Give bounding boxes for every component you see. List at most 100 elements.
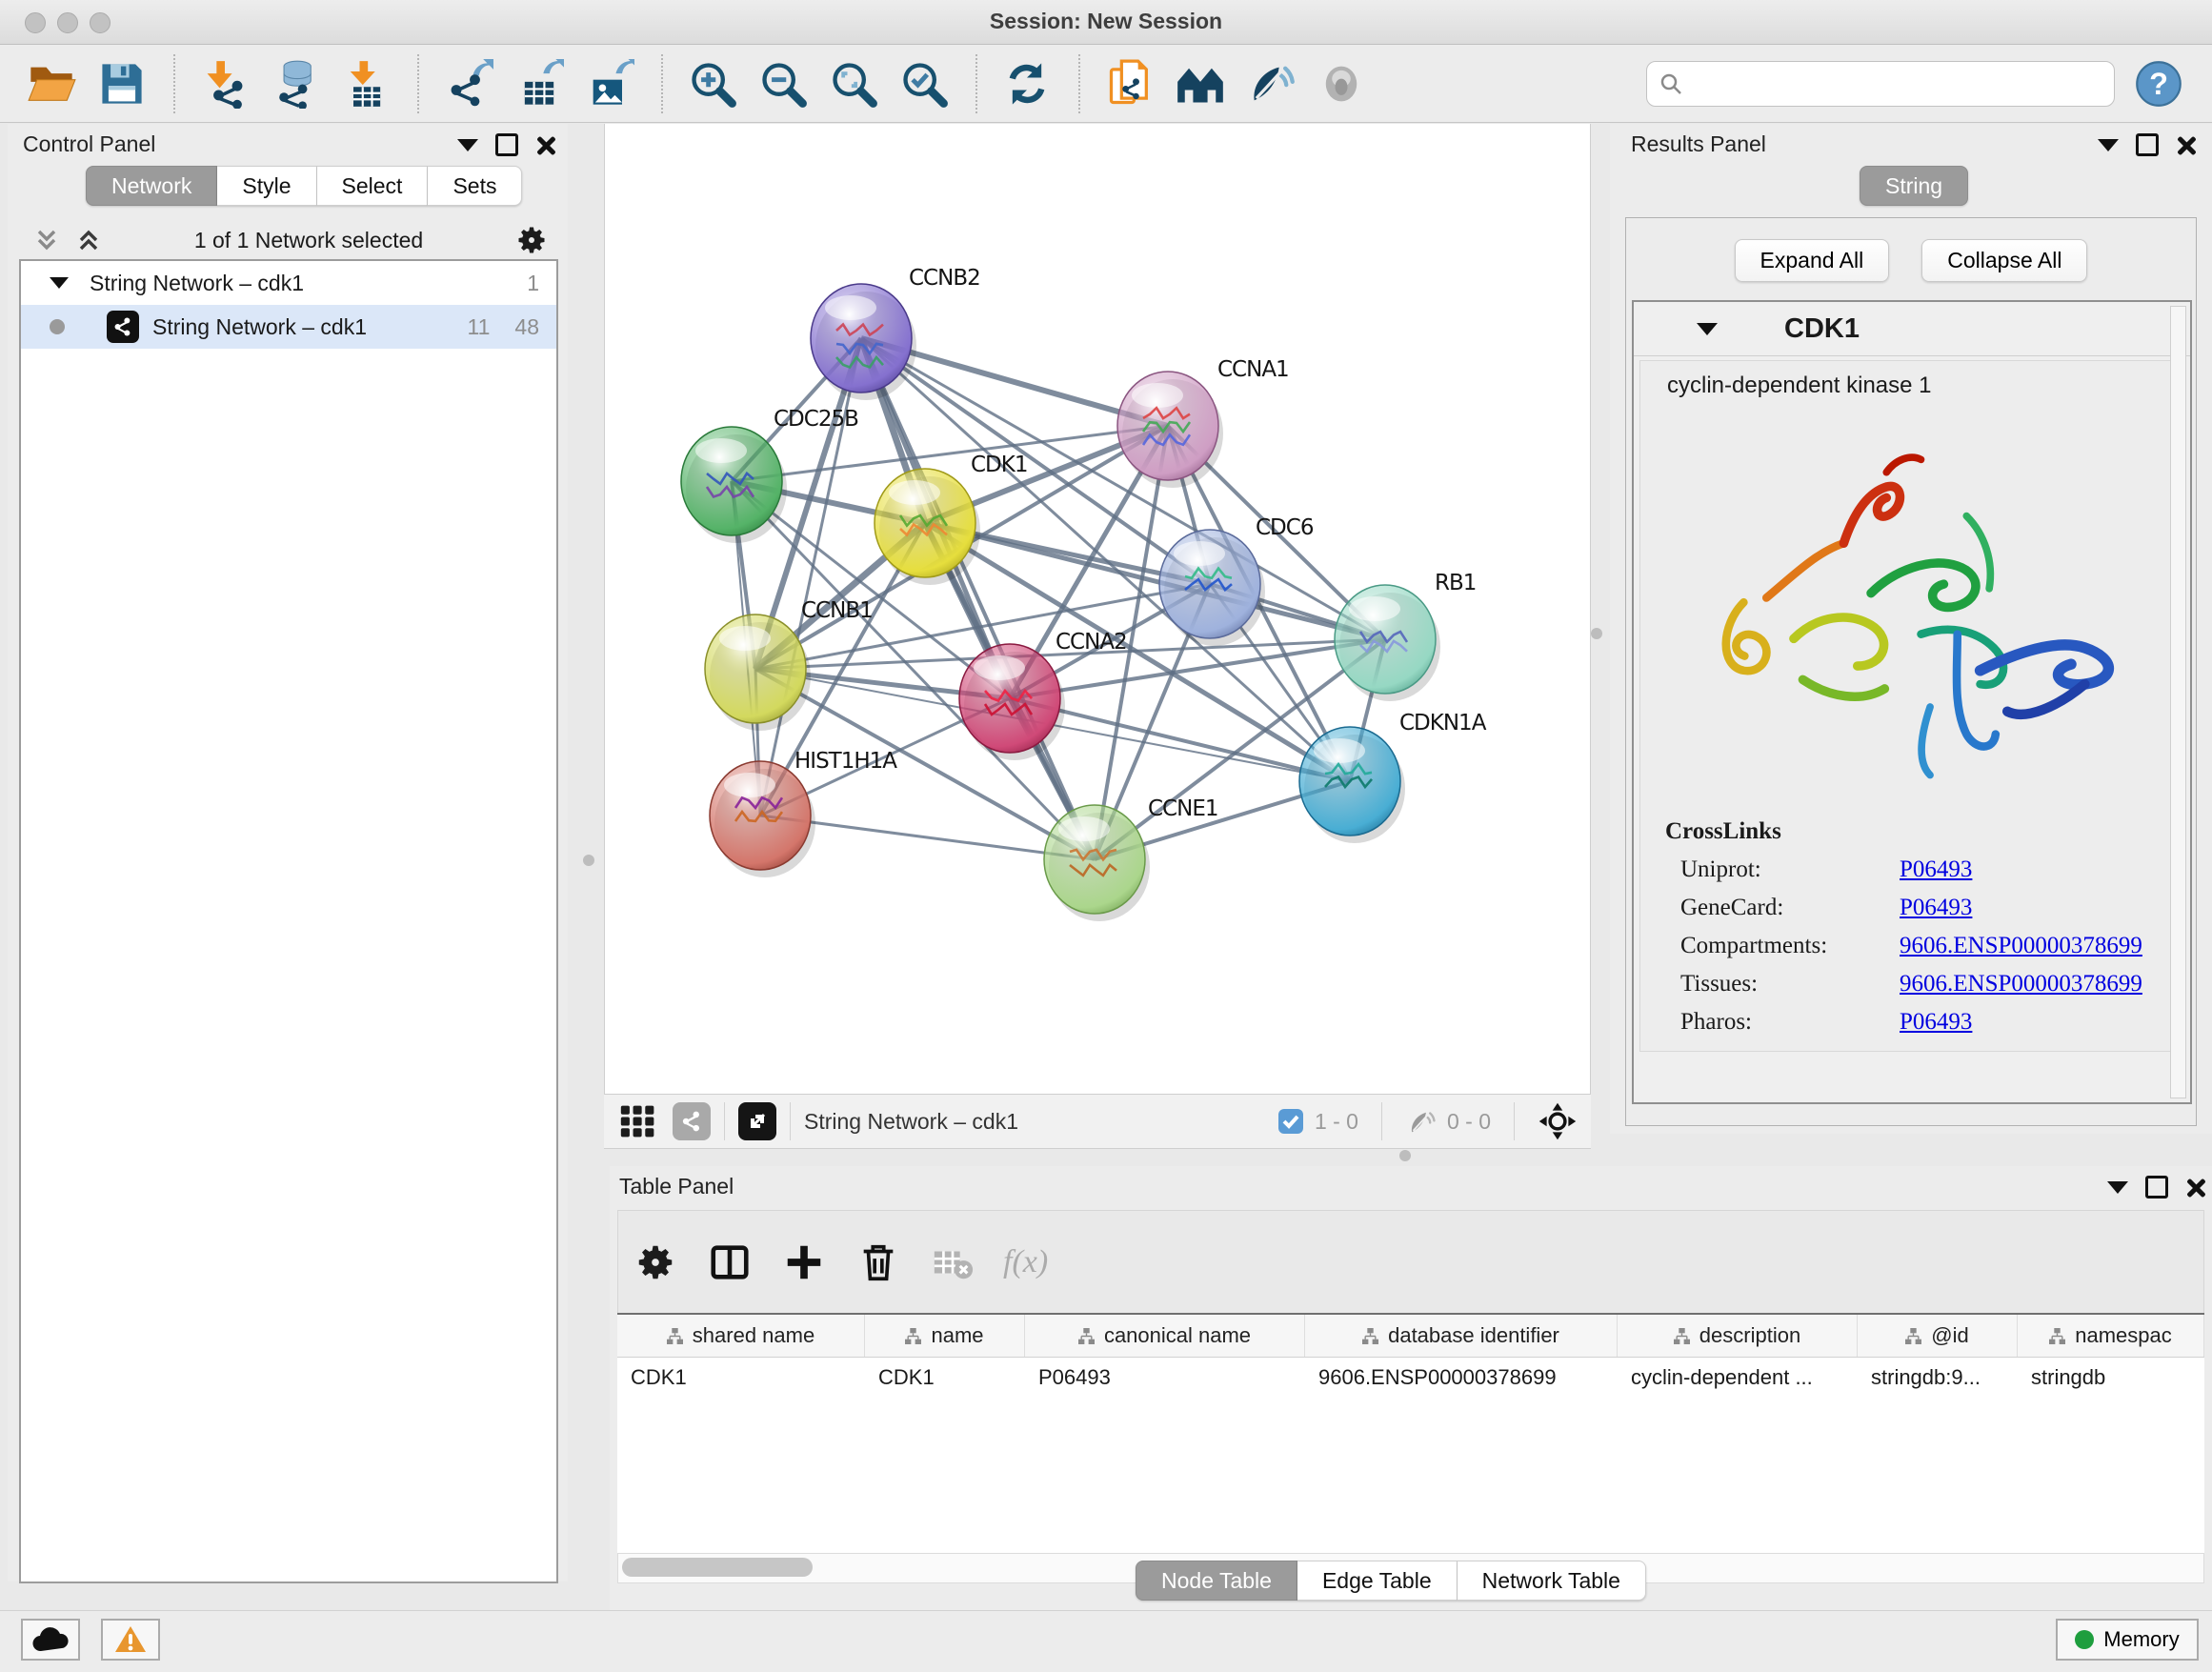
crosslink-value-link[interactable]: 9606.ENSP00000378699 — [1900, 933, 2142, 959]
expand-all-button[interactable]: Expand All — [1735, 239, 1890, 282]
column-header-description[interactable]: description — [1618, 1315, 1858, 1357]
column-header-shared-name[interactable]: shared name — [617, 1315, 865, 1357]
import-network-file-button[interactable] — [196, 54, 255, 113]
table-settings-button[interactable] — [632, 1238, 681, 1287]
zoom-fit-button[interactable] — [825, 54, 884, 113]
zoom-in-button[interactable] — [684, 54, 743, 113]
table-cell[interactable]: cyclin-dependent ... — [1618, 1358, 1858, 1398]
open-in-new-window-icon[interactable] — [738, 1102, 776, 1140]
hierarchy-icon — [1362, 1328, 1378, 1344]
column-header-name[interactable]: name — [865, 1315, 1025, 1357]
function-builder-disabled: f(x) — [1003, 1244, 1048, 1280]
warnings-button[interactable] — [101, 1619, 160, 1661]
import-network-database-button[interactable] — [267, 54, 326, 113]
string-hide-button[interactable] — [1242, 54, 1301, 113]
collapse-all-button[interactable]: Collapse All — [1921, 239, 2087, 282]
results-panel-tabs: String — [1860, 166, 1968, 206]
network-row-selected[interactable]: String Network – cdk1 11 48 — [21, 305, 556, 349]
show-column-button[interactable] — [706, 1238, 755, 1287]
memory-button[interactable]: Memory — [2056, 1619, 2199, 1661]
toolbar-separator — [975, 54, 977, 113]
refresh-button[interactable] — [998, 54, 1057, 113]
network-collection-row[interactable]: String Network – cdk1 1 — [21, 261, 556, 305]
bottom-splitter-grip[interactable] — [1399, 1150, 1411, 1161]
network-node-CDK1: CDK1 — [875, 453, 1028, 585]
import-network-icon — [200, 59, 250, 109]
panel-menu-icon[interactable] — [457, 139, 478, 151]
table-panel-tabs: Node Table Edge Table Network Table — [1136, 1561, 1646, 1601]
zoom-out-button[interactable] — [754, 54, 814, 113]
import-database-icon — [271, 59, 320, 109]
collapse-all-icon[interactable] — [32, 226, 61, 254]
export-network-button[interactable] — [440, 54, 499, 113]
crosslink-row: Tissues:9606.ENSP00000378699 — [1640, 965, 2183, 1003]
column-header-label: @id — [1931, 1323, 1968, 1348]
cloud-status-button[interactable] — [21, 1619, 80, 1661]
column-header--id[interactable]: @id — [1858, 1315, 2018, 1357]
results-vertical-scrollbar[interactable] — [2170, 306, 2186, 1098]
refresh-icon — [1002, 59, 1052, 109]
network-share-toggle-icon[interactable] — [673, 1102, 711, 1140]
right-splitter-grip[interactable] — [1591, 628, 1602, 639]
panel-menu-icon[interactable] — [2098, 139, 2119, 151]
collection-expand-icon[interactable] — [50, 277, 69, 289]
zoom-selected-button[interactable] — [895, 54, 955, 113]
table-cell[interactable]: stringdb:9... — [1858, 1358, 2018, 1398]
export-image-button[interactable] — [581, 54, 640, 113]
hidden-eye-slash-icon[interactable] — [1405, 1105, 1438, 1138]
close-panel-icon[interactable] — [2185, 1178, 2204, 1197]
table-cell[interactable]: P06493 — [1025, 1358, 1305, 1398]
left-splitter-grip[interactable] — [583, 855, 594, 866]
open-session-button[interactable] — [23, 54, 82, 113]
tab-string[interactable]: String — [1860, 166, 1968, 206]
tab-style[interactable]: Style — [217, 166, 316, 206]
tab-select[interactable]: Select — [317, 166, 429, 206]
close-panel-icon[interactable] — [2176, 135, 2195, 154]
fit-content-crosshair-icon[interactable] — [1538, 1101, 1578, 1141]
network-node-RB1: RB1 — [1335, 571, 1476, 701]
table-cell[interactable]: CDK1 — [617, 1358, 865, 1398]
create-column-button[interactable] — [780, 1238, 830, 1287]
column-header-namespac[interactable]: namespac — [2018, 1315, 2204, 1357]
float-panel-icon[interactable] — [2136, 133, 2159, 156]
search-input[interactable] — [1691, 71, 2102, 97]
save-session-button[interactable] — [93, 54, 152, 113]
show-button[interactable] — [1313, 54, 1372, 113]
crosslink-value-link[interactable]: P06493 — [1900, 1009, 1972, 1036]
delete-column-button[interactable] — [855, 1238, 904, 1287]
table-cell[interactable]: 9606.ENSP00000378699 — [1305, 1358, 1618, 1398]
string-protein-query-button[interactable] — [1101, 54, 1160, 113]
gear-icon[interactable] — [514, 223, 549, 257]
crosslink-value-link[interactable]: P06493 — [1900, 856, 1972, 883]
zoom-in-icon — [688, 59, 737, 109]
panel-menu-icon[interactable] — [2107, 1181, 2128, 1194]
scrollbar-thumb[interactable] — [622, 1558, 813, 1577]
tab-sets[interactable]: Sets — [428, 166, 522, 206]
expand-all-icon[interactable] — [74, 226, 103, 254]
help-button[interactable]: ? — [2130, 54, 2189, 113]
svg-text:CDK1: CDK1 — [971, 453, 1028, 477]
column-header-canonical-name[interactable]: canonical name — [1025, 1315, 1305, 1357]
column-header-label: name — [931, 1323, 983, 1348]
import-table-file-button[interactable] — [337, 54, 396, 113]
tab-node-table[interactable]: Node Table — [1136, 1561, 1297, 1601]
network-canvas[interactable]: CCNB2CCNA1CDC25BCDK1CDC6RB1CCNB1CCNA2CDK… — [605, 124, 1590, 1094]
string-home-button[interactable] — [1172, 54, 1231, 113]
table-cell[interactable]: CDK1 — [865, 1358, 1025, 1398]
network-tree: String Network – cdk1 1 String Network –… — [19, 259, 558, 1583]
birdseye-grid-icon[interactable] — [619, 1102, 657, 1140]
gene-collapse-icon[interactable] — [1697, 323, 1718, 335]
float-panel-icon[interactable] — [2145, 1176, 2168, 1199]
table-row[interactable]: CDK1CDK1P064939606.ENSP00000378699cyclin… — [617, 1358, 2204, 1398]
float-panel-icon[interactable] — [495, 133, 518, 156]
crosslink-value-link[interactable]: 9606.ENSP00000378699 — [1900, 971, 2142, 997]
crosslink-value-link[interactable]: P06493 — [1900, 895, 1972, 921]
export-table-button[interactable] — [511, 54, 570, 113]
tab-network[interactable]: Network — [86, 166, 217, 206]
close-panel-icon[interactable] — [535, 135, 554, 154]
tab-edge-table[interactable]: Edge Table — [1297, 1561, 1458, 1601]
tab-network-table[interactable]: Network Table — [1458, 1561, 1646, 1601]
column-header-database-identifier[interactable]: database identifier — [1305, 1315, 1618, 1357]
table-cell[interactable]: stringdb — [2018, 1358, 2204, 1398]
selected-checkbox-icon[interactable] — [1277, 1107, 1305, 1136]
